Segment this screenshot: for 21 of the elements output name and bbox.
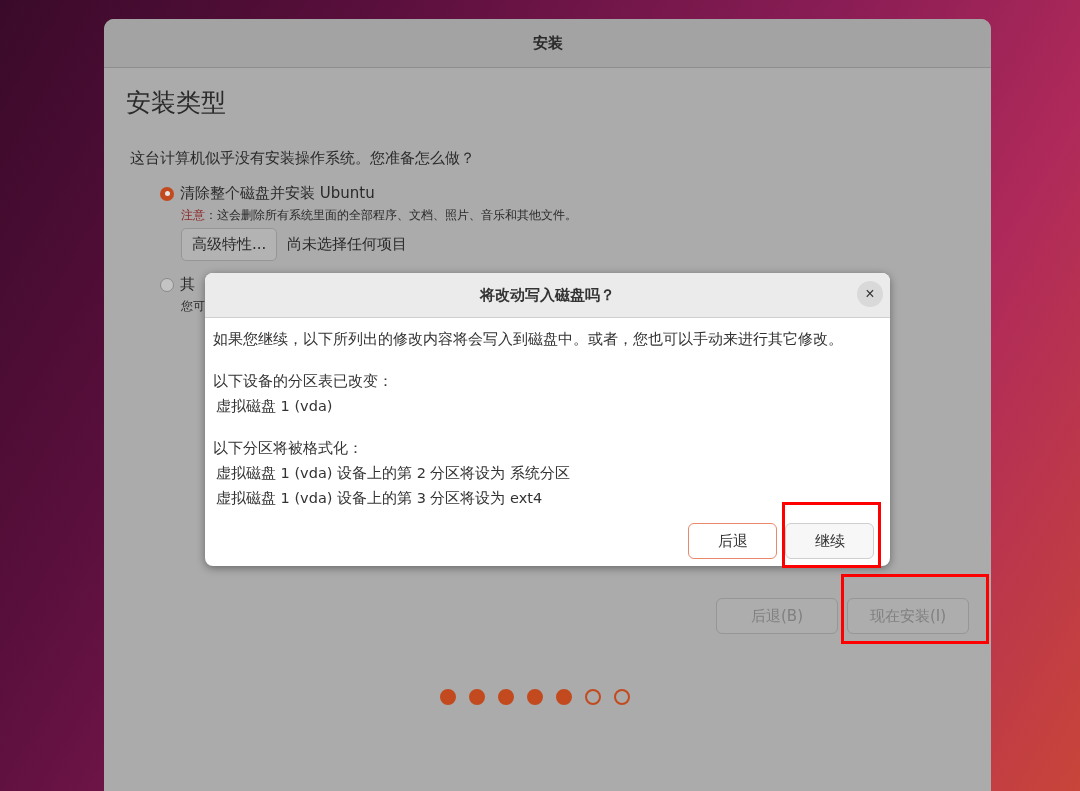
radio-button[interactable] — [160, 277, 174, 292]
change-item: 虚拟磁盘 1 (vda) — [216, 397, 334, 416]
radio-button[interactable] — [160, 186, 174, 201]
window-title: 安装 — [532, 33, 563, 53]
change-item: 虚拟磁盘 1 (vda) 设备上的第 2 分区将设为 系统分区 — [216, 464, 572, 483]
status-text: 尚未选择任何项目 — [287, 235, 408, 254]
option-description: 您可 — [181, 298, 206, 315]
close-button[interactable]: × — [857, 281, 883, 307]
dialog-message: 如果您继续，以下所列出的修改内容将会写入到磁盘中。或者，您也可以手动来进行其它修改。 — [213, 330, 844, 349]
advanced-features-button[interactable]: 高级特性... — [181, 228, 278, 261]
change-item: 虚拟磁盘 1 (vda) 设备上的第 3 分区将设为 ext4 — [216, 489, 544, 508]
question-text: 这台计算机似乎没有安装操作系统。您准备怎么做？ — [130, 149, 476, 168]
warning-text: 注意：这会删除所有系统里面的全部程序、文档、照片、音乐和其他文件。 — [181, 207, 578, 224]
page-heading: 安装类型 — [126, 87, 227, 119]
back-button[interactable]: 后退 — [688, 523, 777, 559]
dialog-title: 将改动写入磁盘吗？ — [480, 285, 615, 305]
section-heading: 以下设备的分区表已改变： — [213, 372, 394, 391]
section-heading: 以下分区将被格式化： — [213, 439, 364, 458]
option-label[interactable]: 清除整个磁盘并安装 Ubuntu — [180, 184, 375, 203]
option-label[interactable]: 其 — [180, 275, 195, 294]
continue-button[interactable]: 继续 — [785, 523, 874, 559]
